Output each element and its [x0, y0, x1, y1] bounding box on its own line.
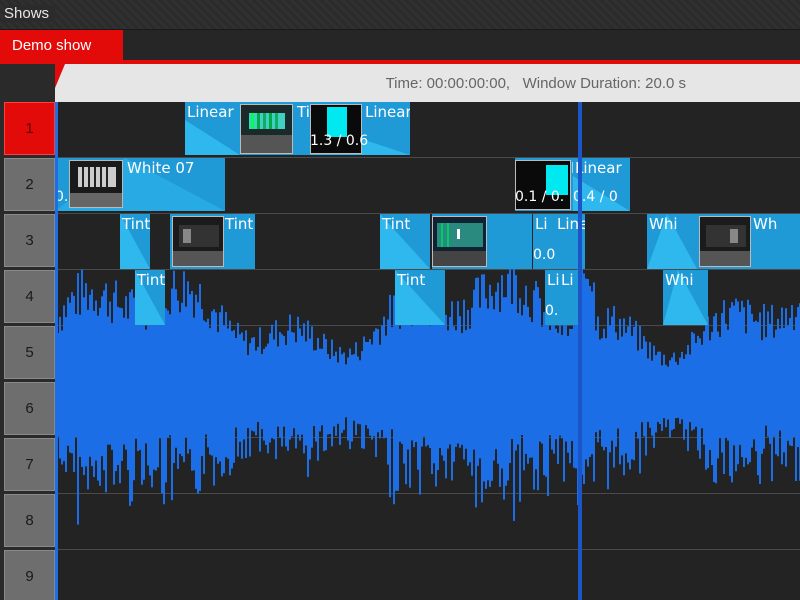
clip-white-07[interactable]: White 07 0. [55, 158, 225, 211]
window-title: Shows [4, 5, 56, 22]
timeline-header[interactable]: Time: 00:00:00:00, Window Duration: 20.0… [55, 64, 800, 102]
clip-linear[interactable]: Linear [185, 102, 240, 155]
clip-linear-color-2[interactable]: L 0.1 / 0. [515, 158, 573, 211]
video-thumbnail [432, 216, 487, 267]
video-thumbnail [240, 104, 293, 154]
timeline-area[interactable]: Linear Ti Ti Linear 1.3 / 0.6 White 07 0… [55, 102, 800, 600]
track-header-4[interactable]: 4 [4, 270, 55, 323]
video-thumbnail [699, 216, 751, 267]
clip-li[interactable]: Li 0.0.1 [533, 214, 555, 269]
clip-video[interactable]: Ti [240, 102, 295, 155]
playhead-marker[interactable] [55, 64, 65, 88]
tab-label: Demo show [12, 37, 92, 54]
clip-video-3[interactable] [432, 214, 532, 269]
tab-demo-show[interactable]: Demo show [0, 30, 123, 60]
clip-li-2[interactable]: Li 0.0. [545, 270, 559, 325]
track-header-3[interactable]: 3 [4, 214, 55, 267]
clip-tint-5[interactable]: Tint [395, 270, 445, 325]
clip-whi[interactable]: Whi [647, 214, 697, 269]
position-cursor[interactable] [578, 102, 582, 600]
video-thumbnail [69, 160, 123, 208]
track-header-8[interactable]: 8 [4, 494, 55, 547]
track-header-9[interactable]: 9 [4, 550, 55, 600]
track-lane-1[interactable] [55, 102, 800, 158]
track-headers: 1 2 3 4 5 6 7 8 9 [0, 102, 55, 600]
time-info: Time: 00:00:00:00, Window Duration: 20.0… [385, 75, 686, 92]
clip-tint-1[interactable]: Tint [120, 214, 150, 269]
clip-tint-4[interactable]: Tint [135, 270, 165, 325]
timeline-start-line [55, 102, 58, 600]
video-thumbnail [172, 216, 224, 267]
track-header-7[interactable]: 7 [4, 438, 55, 491]
track-header-6[interactable]: 6 [4, 382, 55, 435]
track-header-5[interactable]: 5 [4, 326, 55, 379]
header-corner [0, 64, 55, 102]
title-bar: Shows [0, 0, 800, 30]
track-header-2[interactable]: 2 [4, 158, 55, 211]
clip-wh[interactable]: Wh [697, 214, 800, 269]
clip-tint-3[interactable]: Tint [380, 214, 430, 269]
clip-ti[interactable]: Ti [295, 102, 310, 155]
clip-linear-color[interactable]: Linear 1.3 / 0.6 [310, 102, 410, 155]
clip-whi-2[interactable]: Whi [663, 270, 708, 325]
tab-strip: Demo show [0, 30, 800, 64]
track-header-1[interactable]: 1 [4, 102, 55, 155]
clip-tint-2[interactable]: Tint [170, 214, 255, 269]
